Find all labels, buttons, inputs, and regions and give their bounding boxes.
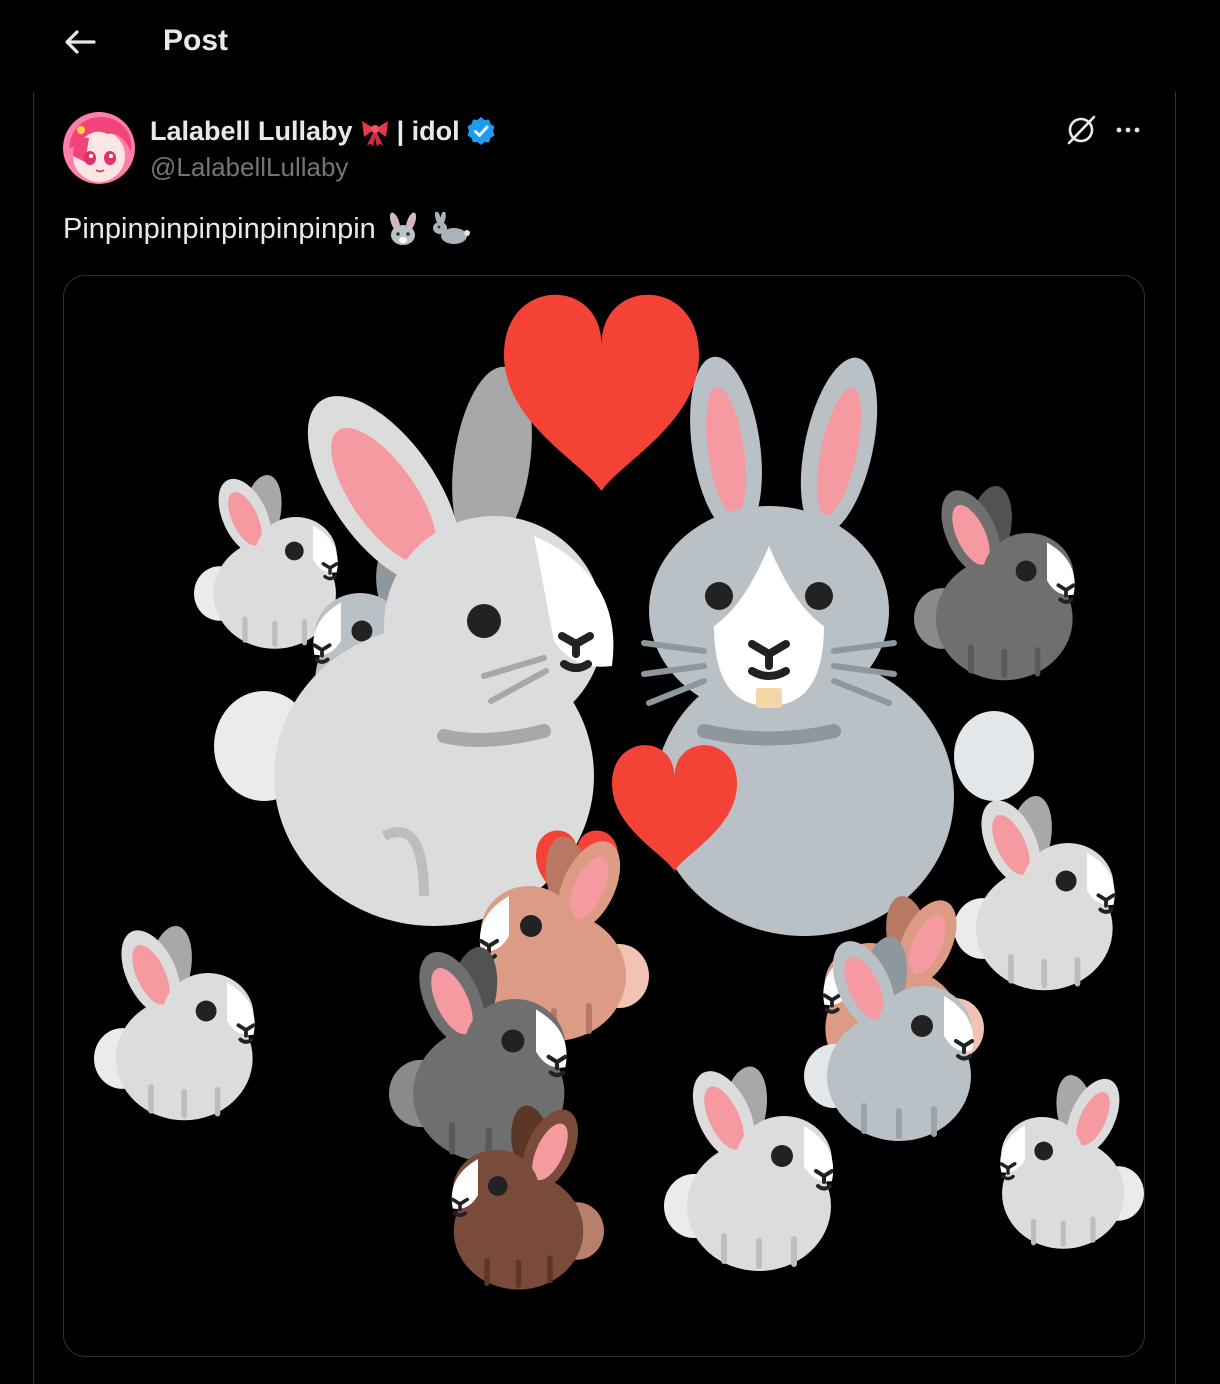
more-horizontal-icon	[1116, 127, 1140, 133]
column-divider-right	[1175, 92, 1176, 1384]
avatar[interactable]	[63, 112, 135, 184]
page-title: Post	[163, 24, 229, 57]
author-name-row[interactable]: Lalabell Lullaby | idol	[150, 112, 496, 150]
author-name-suffix: | idol	[396, 115, 460, 146]
column-divider-left	[33, 92, 34, 1384]
grok-button[interactable]	[1064, 113, 1098, 147]
back-button[interactable]	[60, 22, 100, 62]
verified-badge-icon	[466, 116, 496, 146]
grok-icon	[1067, 115, 1096, 145]
ribbon-icon	[359, 115, 391, 147]
heart-large	[504, 294, 699, 491]
author-handle[interactable]: @LalabellLullaby	[150, 152, 348, 183]
rabbit-face-emoji	[386, 212, 420, 246]
post-image[interactable]	[63, 275, 1145, 1357]
post-text-row: Pinpinpinpinpinpinpinpin	[63, 211, 470, 246]
post-text: Pinpinpinpinpinpinpinpin	[63, 212, 376, 245]
rabbit-emoji	[430, 211, 470, 246]
arrow-left-icon	[65, 30, 96, 54]
top-bar: Post	[0, 0, 1220, 88]
author-name[interactable]: Lalabell Lullaby	[150, 116, 353, 147]
bunnies-with-hearts-image	[64, 294, 1144, 1356]
more-options-button[interactable]	[1110, 116, 1146, 144]
